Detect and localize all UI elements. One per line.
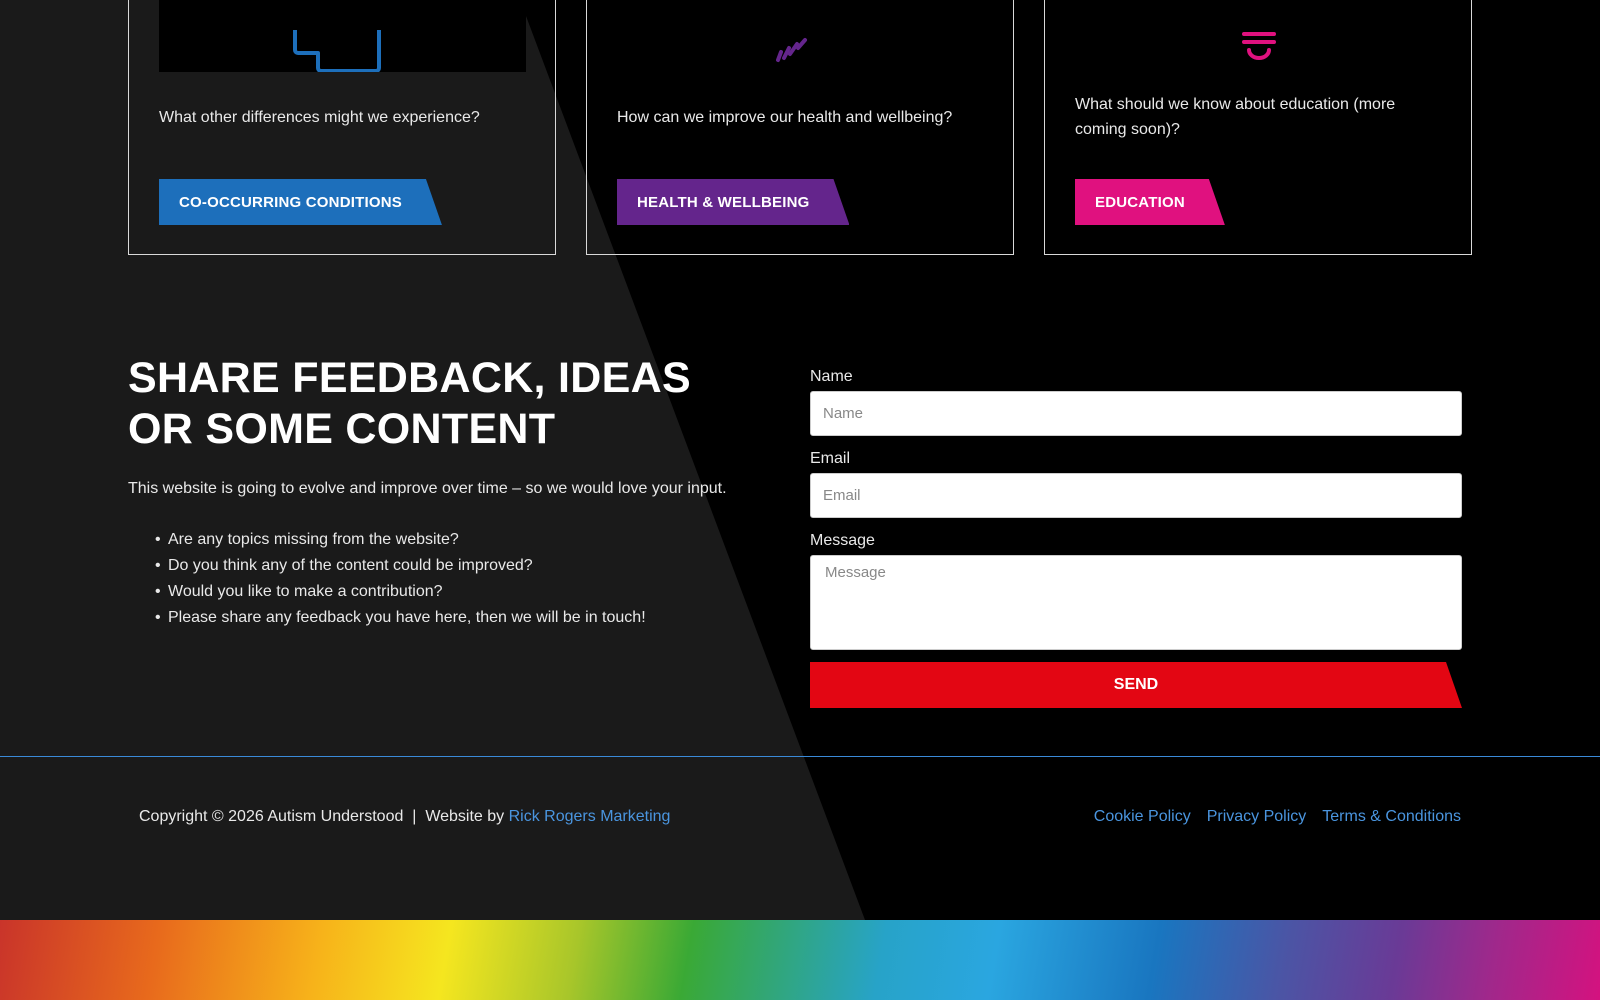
card-co-occurring-conditions: What other differences might we experien… <box>128 0 556 255</box>
education-button[interactable]: EDUCATION <box>1075 179 1225 225</box>
message-field[interactable] <box>810 555 1462 650</box>
footer-links: Cookie Policy Privacy Policy Terms & Con… <box>1094 808 1461 826</box>
card-question: What should we know about education (mor… <box>1075 96 1396 138</box>
list-item: Are any topics missing from the website? <box>155 531 646 557</box>
message-label: Message <box>810 532 875 549</box>
copyright-label: Copyright © 2026 Autism Understood | Web… <box>139 808 509 825</box>
feedback-bullet-list: Are any topics missing from the website?… <box>155 531 646 635</box>
email-label: Email <box>810 450 851 467</box>
footer-divider <box>0 756 1600 757</box>
card-image <box>1075 0 1442 72</box>
feedback-heading: SHARE FEEDBACK, IDEAS OR SOME CONTENT <box>128 354 691 453</box>
health-wellbeing-button[interactable]: HEALTH & WELLBEING <box>617 179 849 225</box>
card-image <box>159 0 526 72</box>
cookie-policy-link[interactable]: Cookie Policy <box>1094 808 1191 826</box>
card-question: What other differences might we experien… <box>159 109 480 126</box>
card-education: What should we know about education (mor… <box>1044 0 1472 255</box>
card-image <box>617 0 984 72</box>
list-item: Please share any feedback you have here,… <box>155 609 646 635</box>
heart-pulse-icon <box>775 38 807 62</box>
card-question: How can we improve our health and wellbe… <box>617 109 953 126</box>
rainbow-banner <box>0 920 1600 1000</box>
lightbulb-icon <box>1241 32 1276 60</box>
list-item: Would you like to make a contribution? <box>155 583 646 609</box>
copyright-text: Copyright © 2026 Autism Understood | Web… <box>139 808 670 826</box>
feedback-form: Name Email Message SEND <box>810 368 1462 708</box>
credit-link[interactable]: Rick Rogers Marketing <box>509 808 671 825</box>
puzzle-piece-icon <box>292 30 381 72</box>
feedback-intro: This website is going to evolve and impr… <box>128 480 727 497</box>
send-button[interactable]: SEND <box>810 662 1462 708</box>
name-label: Name <box>810 368 853 385</box>
card-health-wellbeing: How can we improve our health and wellbe… <box>586 0 1014 255</box>
list-item: Do you think any of the content could be… <box>155 557 646 583</box>
name-field[interactable] <box>810 391 1462 436</box>
privacy-policy-link[interactable]: Privacy Policy <box>1207 808 1307 826</box>
co-occurring-conditions-button[interactable]: CO-OCCURRING CONDITIONS <box>159 179 442 225</box>
email-field[interactable] <box>810 473 1462 518</box>
terms-conditions-link[interactable]: Terms & Conditions <box>1322 808 1461 826</box>
